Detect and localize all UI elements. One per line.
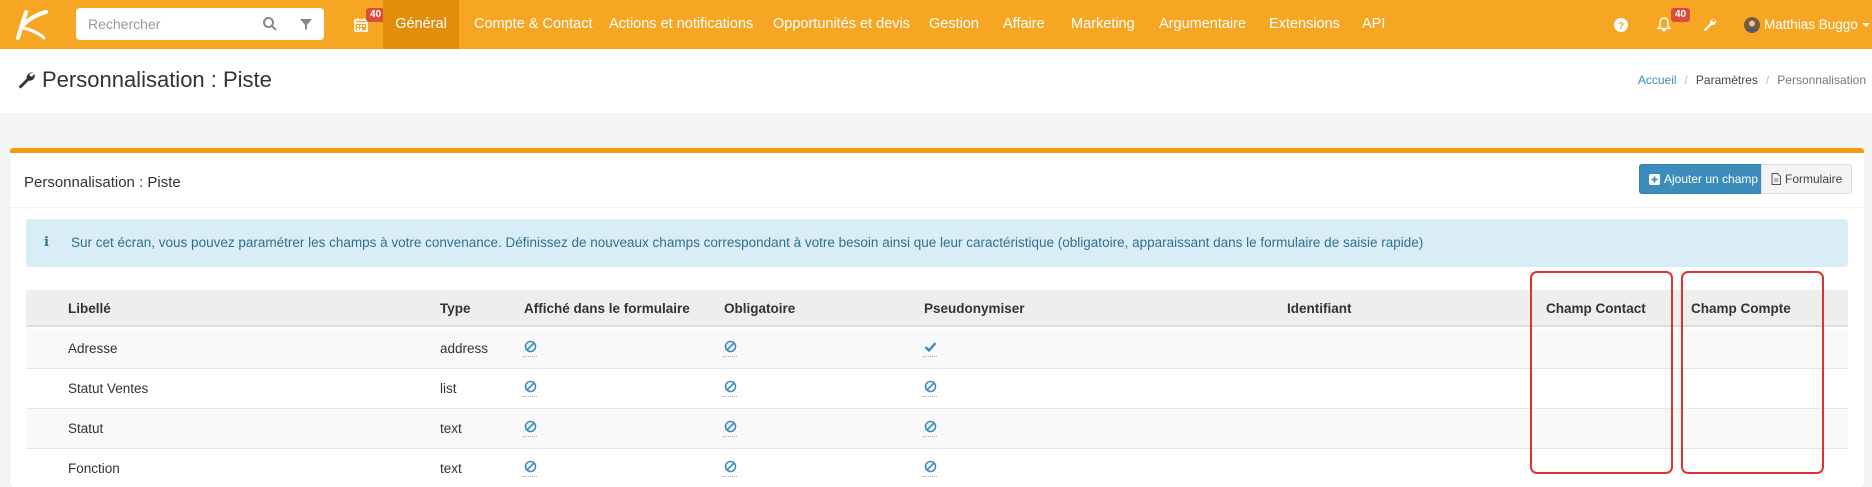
- wrench-icon: [18, 72, 35, 89]
- notifications-badge: 40: [1671, 8, 1691, 22]
- toggle-pseudonymiser-ban-icon[interactable]: [923, 460, 938, 477]
- page-title: Personnalisation : Piste: [42, 67, 272, 92]
- nav-gestion[interactable]: Gestion: [929, 0, 979, 49]
- breadcrumb: Accueil / Paramètres / Personnalisation: [1637, 73, 1866, 87]
- question-icon: ?: [1614, 17, 1628, 32]
- logo-icon: [16, 9, 48, 40]
- add-field-label: Ajouter un champ: [1664, 172, 1759, 186]
- col-obligatoire[interactable]: Obligatoire: [724, 301, 795, 316]
- toggle-obligatoire-ban-icon[interactable]: [723, 420, 738, 437]
- svg-text:?: ?: [1618, 21, 1624, 32]
- field-label: Adresse: [68, 341, 118, 356]
- toggle-affiche-formulaire-ban-icon[interactable]: [523, 460, 538, 477]
- field-label: Fonction: [68, 461, 120, 476]
- calendar-nav[interactable]: 40: [352, 0, 386, 49]
- nav-actions-notifications[interactable]: Actions et notifications: [609, 0, 753, 49]
- field-type: text: [440, 421, 462, 436]
- toggle-obligatoire-ban-icon[interactable]: [723, 340, 738, 357]
- user-name: Matthias Buggo: [1764, 17, 1858, 32]
- col-pseudonymiser[interactable]: Pseudonymiser: [924, 301, 1025, 316]
- caret-down-icon: [1861, 22, 1870, 27]
- nav-opportunites-devis[interactable]: Opportunités et devis: [773, 0, 910, 49]
- col-libelle[interactable]: Libellé: [68, 301, 111, 316]
- info-text: Sur cet écran, vous pouvez paramétrer le…: [71, 235, 1424, 250]
- breadcrumb-accueil[interactable]: Accueil: [1638, 73, 1677, 87]
- field-type: text: [440, 461, 462, 476]
- highlight-champ-compte: [1681, 271, 1824, 474]
- toggle-pseudonymiser-ban-icon[interactable]: [923, 420, 938, 437]
- toggle-pseudonymiser-check-icon[interactable]: [923, 340, 938, 357]
- search-input[interactable]: [88, 16, 258, 32]
- toggle-pseudonymiser-ban-icon[interactable]: [923, 380, 938, 397]
- toggle-obligatoire-ban-icon[interactable]: [723, 380, 738, 397]
- form-button[interactable]: Formulaire: [1761, 164, 1853, 194]
- user-menu[interactable]: Matthias Buggo: [1744, 0, 1870, 49]
- field-type: list: [440, 381, 457, 396]
- settings-button[interactable]: [1702, 0, 1717, 49]
- toggle-affiche-formulaire-ban-icon[interactable]: [523, 420, 538, 437]
- breadcrumb-personnalisation: Personnalisation: [1777, 73, 1866, 87]
- toggle-obligatoire-ban-icon[interactable]: [723, 460, 738, 477]
- nav-extensions[interactable]: Extensions: [1269, 0, 1340, 49]
- search-icon[interactable]: [262, 16, 278, 32]
- plus-square-icon: [1649, 173, 1660, 185]
- avatar: [1744, 16, 1760, 33]
- toggle-affiche-formulaire-ban-icon[interactable]: [523, 340, 538, 357]
- help-button[interactable]: ?: [1614, 0, 1628, 49]
- filter-icon[interactable]: [298, 16, 314, 32]
- add-field-button[interactable]: Ajouter un champ: [1639, 164, 1769, 194]
- field-type: address: [440, 341, 489, 356]
- notifications-button[interactable]: 40: [1657, 0, 1691, 49]
- toggle-affiche-formulaire-ban-icon[interactable]: [523, 380, 538, 397]
- nav-api[interactable]: API: [1362, 0, 1385, 49]
- form-label: Formulaire: [1785, 172, 1843, 186]
- info-icon: i: [44, 235, 49, 250]
- app-logo[interactable]: [0, 0, 60, 49]
- nav-marketing[interactable]: Marketing: [1071, 0, 1135, 49]
- document-icon: [1771, 173, 1781, 185]
- field-label: Statut: [68, 421, 104, 436]
- bell-icon: [1657, 17, 1671, 32]
- search-box: [76, 8, 324, 40]
- box-divider: [10, 207, 1864, 208]
- nav-compte-contact[interactable]: Compte & Contact: [474, 0, 592, 49]
- nav-general[interactable]: Général: [383, 0, 459, 49]
- col-affiche-formulaire[interactable]: Affiché dans le formulaire: [524, 301, 690, 316]
- top-navbar: 40 Général Compte & Contact Actions et n…: [0, 0, 1872, 49]
- col-type[interactable]: Type: [440, 301, 471, 316]
- nav-argumentaire[interactable]: Argumentaire: [1159, 0, 1246, 49]
- info-callout: i Sur cet écran, vous pouvez paramétrer …: [26, 219, 1848, 267]
- nav-affaire[interactable]: Affaire: [1003, 0, 1045, 49]
- page-header: Personnalisation : Piste Accueil / Paramèt…: [0, 49, 1872, 113]
- breadcrumb-parametres: Paramètres: [1695, 73, 1758, 87]
- field-label: Statut Ventes: [68, 381, 149, 396]
- highlight-champ-contact: [1530, 271, 1673, 474]
- col-identifiant[interactable]: Identifiant: [1287, 301, 1352, 316]
- box-title: Personnalisation : Piste: [24, 174, 181, 191]
- wrench-icon: [1704, 18, 1717, 31]
